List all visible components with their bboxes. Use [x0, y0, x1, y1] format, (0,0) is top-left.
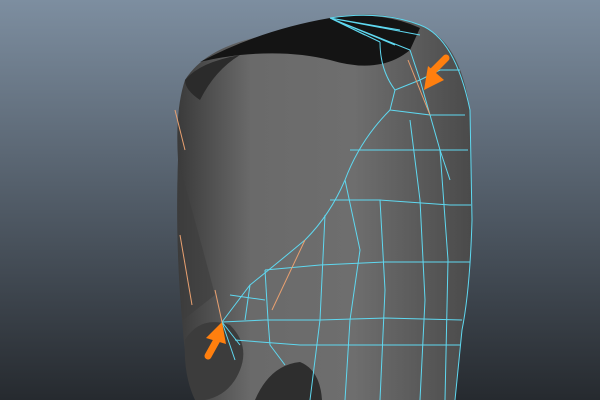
viewport-canvas[interactable]	[0, 0, 600, 400]
3d-viewport[interactable]	[0, 0, 600, 400]
